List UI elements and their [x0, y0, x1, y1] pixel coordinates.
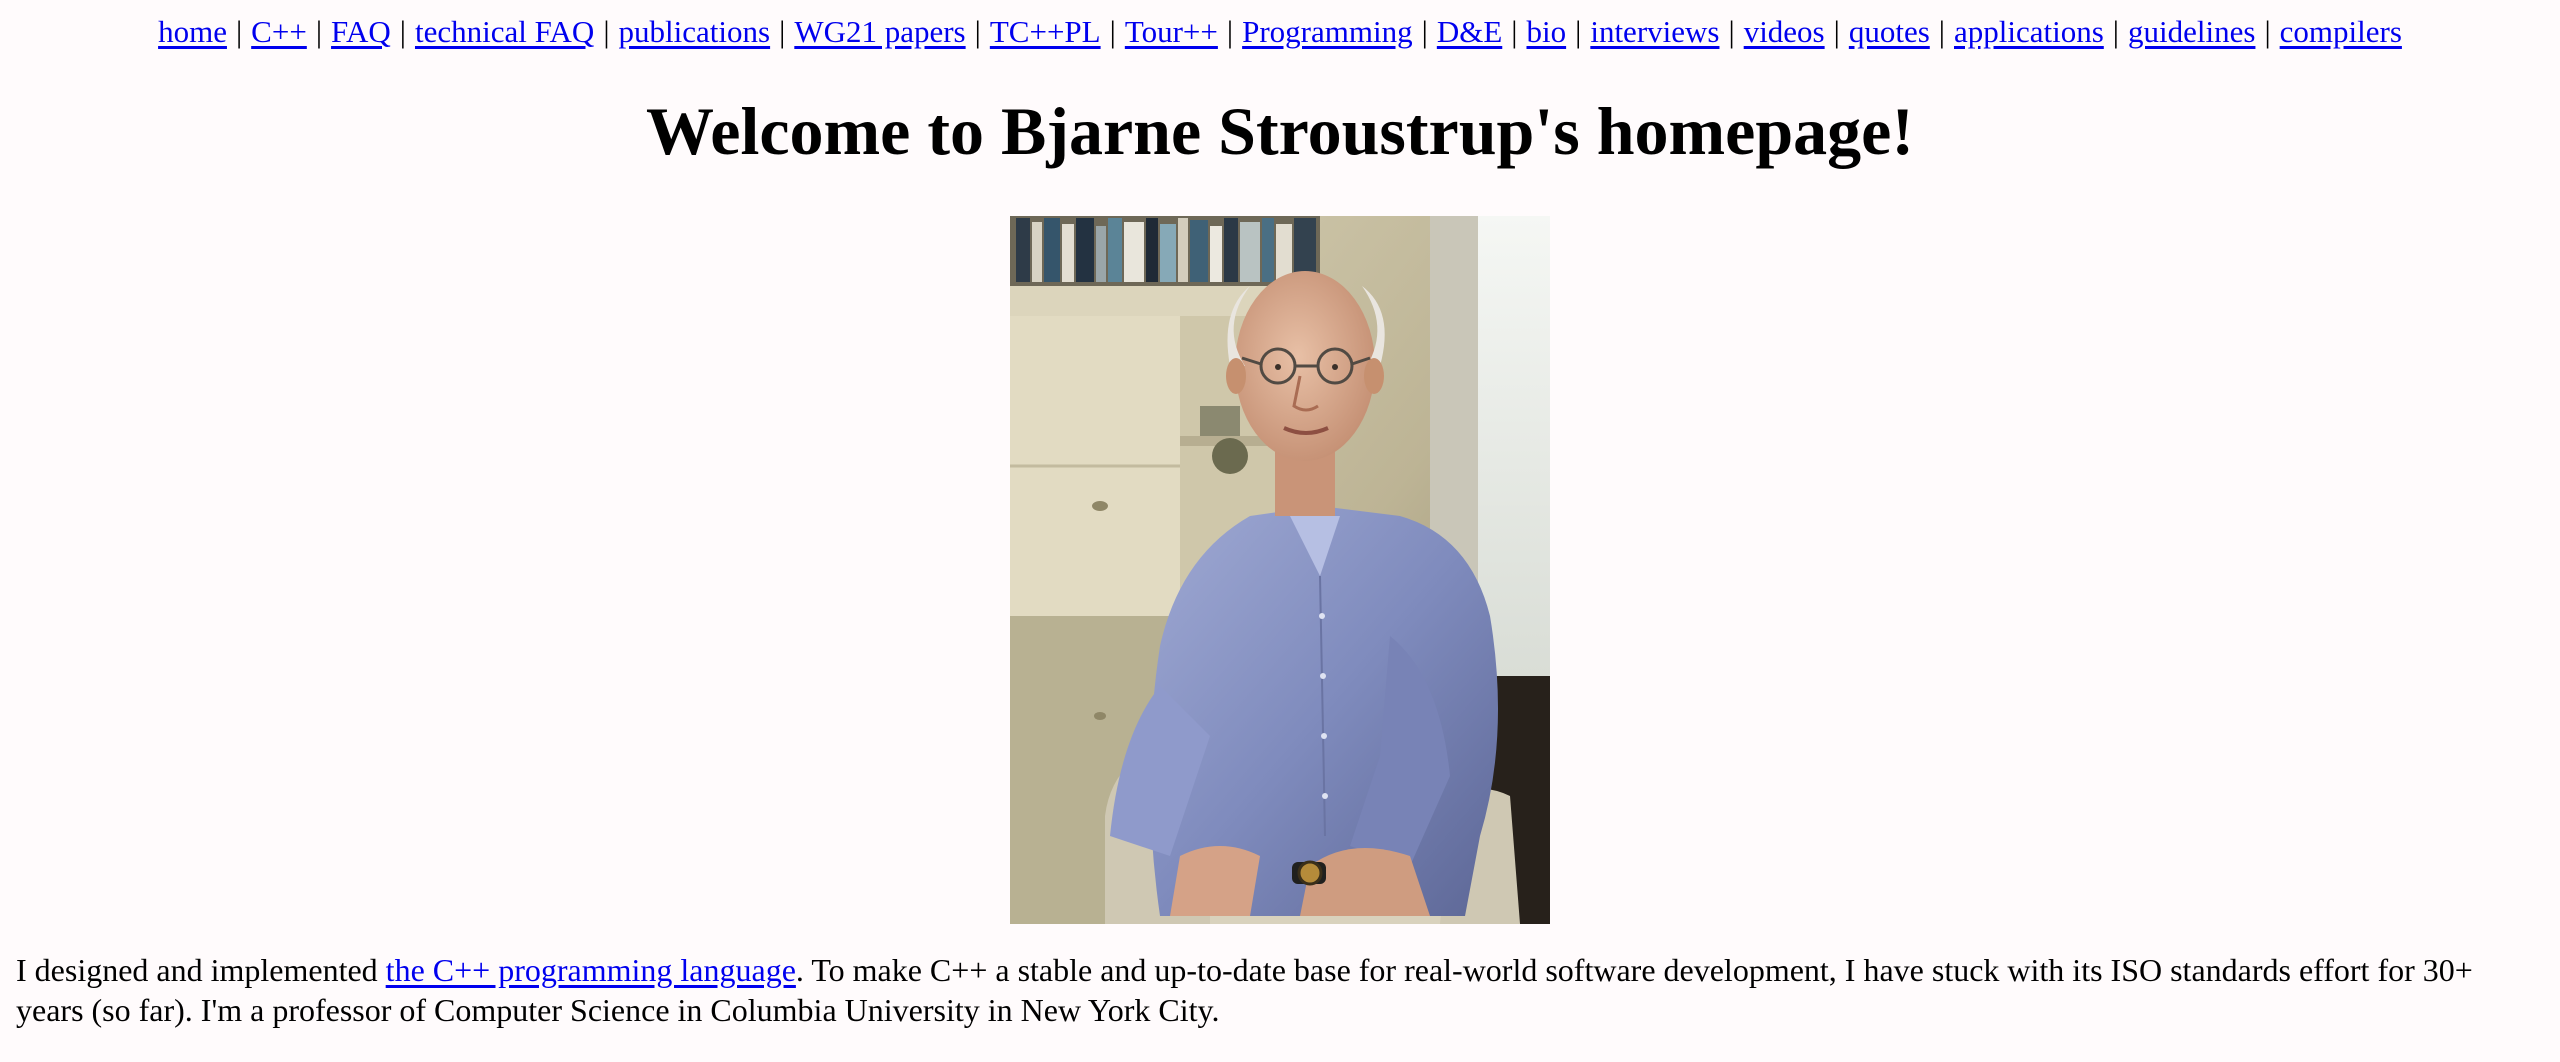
nav-link-technical-faq[interactable]: technical FAQ: [415, 14, 594, 49]
nav-separator: |: [1511, 14, 1518, 49]
nav-link-publications[interactable]: publications: [619, 14, 771, 49]
nav-link-d-and-e[interactable]: D&E: [1437, 14, 1502, 49]
nav-link-interviews[interactable]: interviews: [1590, 14, 1719, 49]
cpp-language-link[interactable]: the C++ programming language: [386, 952, 796, 988]
nav-separator: |: [1728, 14, 1735, 49]
nav-separator: |: [2112, 14, 2120, 49]
nav-link-wg21-papers[interactable]: WG21 papers: [794, 14, 965, 49]
nav-separator: |: [1226, 14, 1234, 49]
nav-link-quotes[interactable]: quotes: [1849, 14, 1930, 49]
nav-separator: |: [974, 14, 981, 49]
nav-separator: |: [2264, 14, 2271, 49]
nav-link-videos[interactable]: videos: [1744, 14, 1825, 49]
nav-link-applications[interactable]: applications: [1954, 14, 2104, 49]
nav-link-tcpppl[interactable]: TC++PL: [990, 14, 1101, 49]
nav-separator: |: [315, 14, 323, 49]
nav-separator: |: [1938, 14, 1945, 49]
top-navigation: home | C++ | FAQ | technical FAQ | publications |…: [0, 12, 2560, 52]
intro-paragraph: I designed and implemented the C++ progr…: [16, 950, 2516, 1030]
nav-separator: |: [1421, 14, 1428, 49]
nav-separator: |: [399, 14, 406, 49]
nav-link-guidelines[interactable]: guidelines: [2128, 14, 2255, 49]
nav-separator: |: [603, 14, 610, 49]
nav-link-compilers[interactable]: compilers: [2280, 14, 2402, 49]
nav-link-home[interactable]: home: [158, 14, 227, 49]
nav-separator: |: [1575, 14, 1582, 49]
portrait-photo: [1010, 216, 1550, 924]
nav-separator: |: [1109, 14, 1116, 49]
nav-link-tour[interactable]: Tour++: [1125, 14, 1218, 49]
nav-separator: |: [1833, 14, 1840, 49]
nav-separator: |: [779, 14, 786, 49]
nav-link-faq[interactable]: FAQ: [331, 14, 391, 49]
nav-link-bio[interactable]: bio: [1526, 14, 1566, 49]
nav-separator: |: [235, 14, 243, 49]
nav-link-programming[interactable]: Programming: [1242, 14, 1413, 49]
intro-text-before-link: I designed and implemented: [16, 952, 386, 988]
nav-link-cpp[interactable]: C++: [251, 14, 307, 49]
page-title: Welcome to Bjarne Stroustrup's homepage!: [646, 93, 1914, 169]
